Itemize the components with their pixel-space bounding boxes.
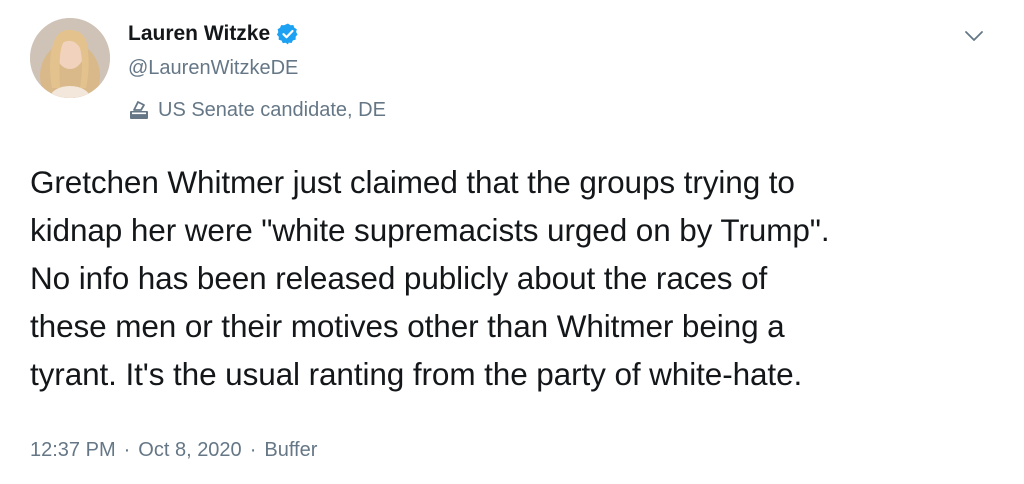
author-name-row[interactable]: Lauren Witzke [128,20,300,48]
meta-separator: · [123,439,131,461]
tweet-text: Gretchen Whitmer just claimed that the g… [30,158,990,398]
tweet-time-link[interactable]: 12:37 PM [30,436,116,464]
author-label-text: US Senate candidate, DE [158,99,386,121]
author-handle[interactable]: @LaurenWitzkeDE [128,54,298,82]
verified-badge-icon [276,22,300,46]
author-label: US Senate candidate, DE [128,96,386,124]
tweet-card: Lauren Witzke @LaurenWitzkeDE US Senate … [0,0,1024,484]
tweet-menu-button[interactable] [956,18,992,54]
tweet-text-line: kidnap her were "white supremacists urge… [30,212,830,248]
tweet-source-link[interactable]: Buffer [264,436,317,464]
avatar-image [30,18,110,98]
tweet-text-line: Gretchen Whitmer just claimed that the g… [30,164,795,200]
chevron-down-icon [965,31,983,41]
tweet-text-line: No info has been released publicly about… [30,260,768,296]
avatar[interactable] [30,18,110,98]
tweet-text-line: these men or their motives other than Wh… [30,308,785,344]
tweet-date-link[interactable]: Oct 8, 2020 [138,436,241,464]
ballot-box-icon [128,99,150,121]
tweet-text-line: tyrant. It's the usual ranting from the … [30,356,803,392]
tweet-meta: 12:37 PM · Oct 8, 2020 · Buffer [30,436,317,464]
meta-separator: · [249,439,257,461]
display-name[interactable]: Lauren Witzke [128,20,270,48]
